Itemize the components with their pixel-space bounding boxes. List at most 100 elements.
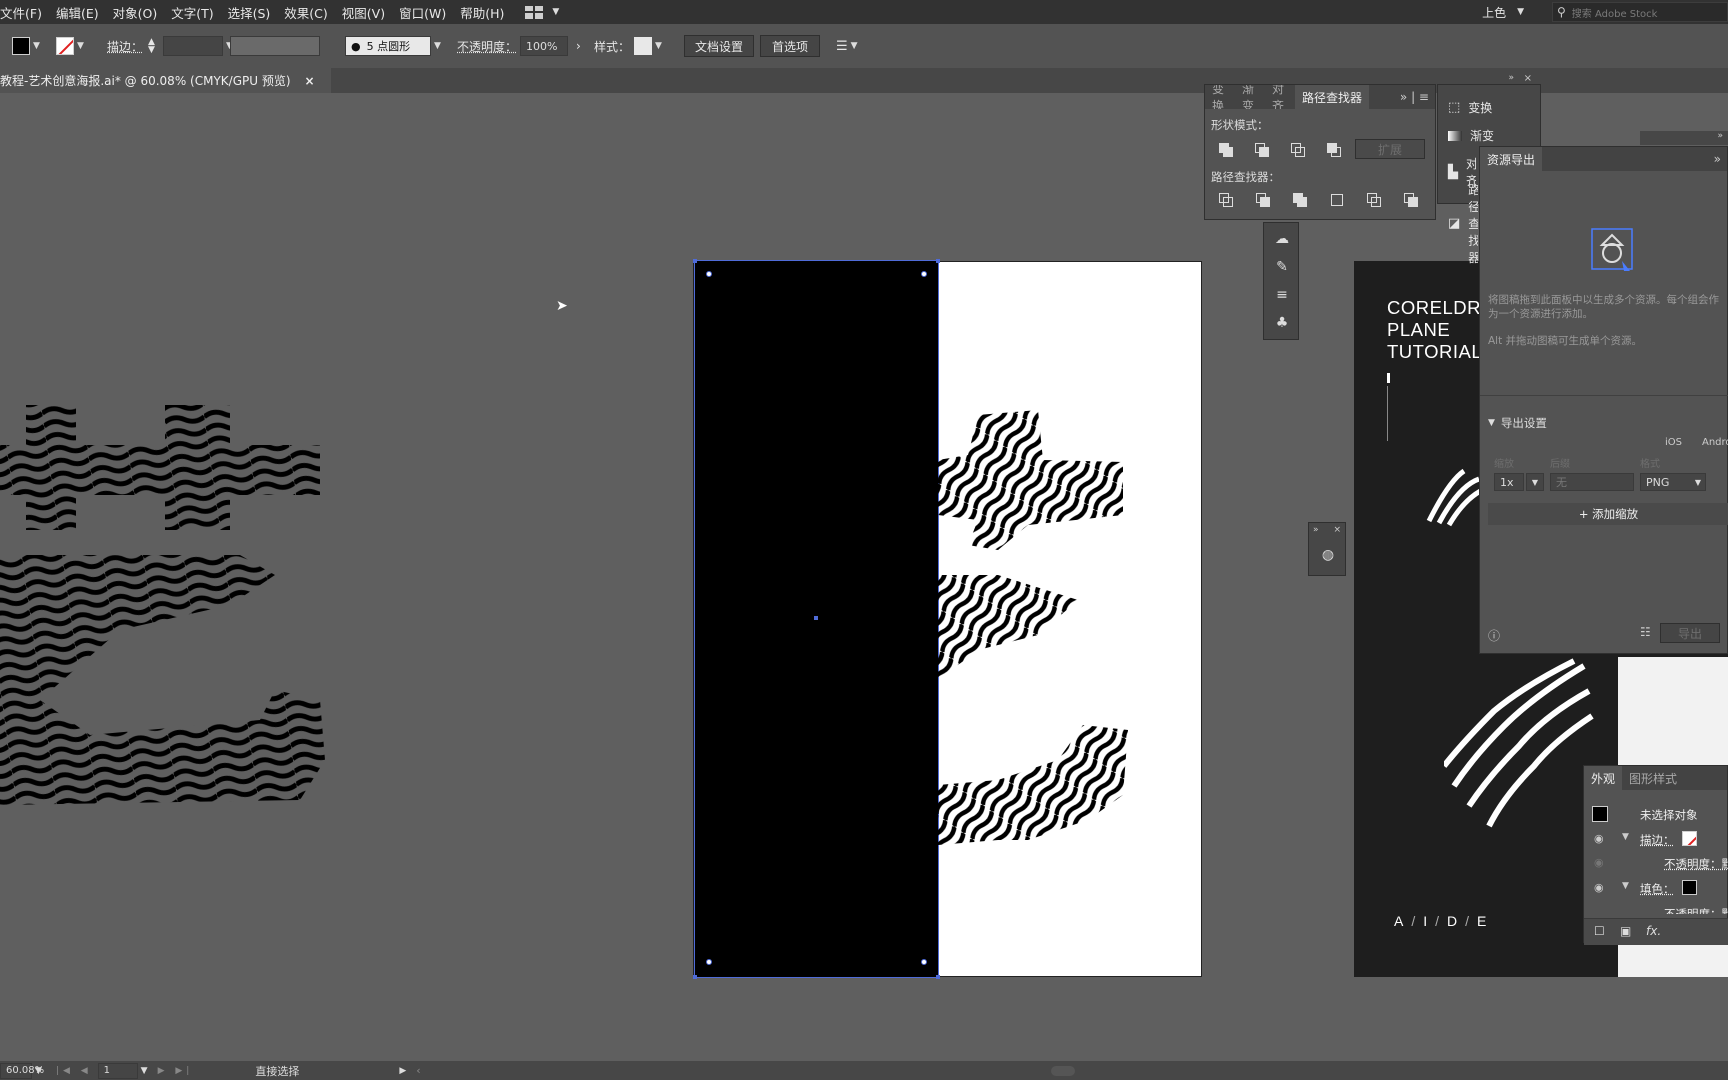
panel-menu-icon[interactable]: » | ≡ xyxy=(1400,90,1435,104)
tab-appearance[interactable]: 外观 xyxy=(1584,766,1623,790)
horizontal-scroll-thumb[interactable] xyxy=(1050,1065,1075,1076)
tab-transform[interactable]: 变换 xyxy=(1205,85,1235,109)
intersect-icon[interactable] xyxy=(1291,143,1305,157)
arrange-icon[interactable]: ☰ ▼ xyxy=(836,35,858,57)
new-fill-icon[interactable]: ▣ xyxy=(1620,924,1631,938)
tab-gradient[interactable]: 渐变 xyxy=(1235,85,1265,109)
brush-select[interactable]: ● 5 点圆形 ▼ xyxy=(345,35,441,57)
workspace-mode[interactable]: 上色 xyxy=(1482,4,1506,21)
chevron-down-icon[interactable]: ▼ xyxy=(141,1066,148,1076)
menu-select[interactable]: 选择(S) xyxy=(221,3,278,22)
fill-swatch[interactable]: ▼ xyxy=(12,35,40,57)
tab-graphic-styles[interactable]: 图形样式 xyxy=(1622,766,1684,790)
new-stroke-icon[interactable]: ☐ xyxy=(1594,924,1605,938)
variable-width-field[interactable] xyxy=(230,35,320,57)
preferences-button[interactable]: 首选项 xyxy=(760,35,820,57)
opacity-field[interactable]: 100% › xyxy=(520,35,581,57)
chevron-down-icon[interactable]: ▼ xyxy=(1622,832,1629,842)
collapse-icon[interactable]: » xyxy=(1508,73,1514,83)
panel-menu-icon[interactable]: » xyxy=(1714,152,1727,166)
exclude-icon[interactable] xyxy=(1327,143,1341,157)
close-icon[interactable]: × xyxy=(1333,525,1341,535)
expand-button[interactable]: 扩展 xyxy=(1355,139,1425,159)
symbols-icon[interactable]: ♣ xyxy=(1274,315,1290,331)
eye-icon[interactable]: ◉ xyxy=(1594,881,1604,894)
stroke-weight-field[interactable]: ▼ xyxy=(163,35,233,57)
scroll-left-icon[interactable]: ‹ xyxy=(416,1064,420,1077)
merge-icon[interactable] xyxy=(1293,193,1307,207)
eye-icon[interactable]: ◉ xyxy=(1594,856,1604,869)
menu-file[interactable]: 文件(F) xyxy=(0,3,49,22)
anchor-point[interactable] xyxy=(706,271,712,277)
menu-edit[interactable]: 编辑(E) xyxy=(49,3,106,22)
export-button[interactable]: 导出 xyxy=(1660,623,1720,643)
menu-effect[interactable]: 效果(C) xyxy=(277,3,334,22)
status-menu-icon[interactable]: ▶ xyxy=(399,1066,406,1076)
suffix-input[interactable]: 无 xyxy=(1550,473,1634,491)
document-tab[interactable]: 教程-艺术创意海报.ai* @ 60.08% (CMYK/GPU 预览) × xyxy=(0,68,331,93)
divide-icon[interactable] xyxy=(1219,193,1233,207)
scale-select[interactable]: 1x xyxy=(1494,473,1524,491)
brushes-icon[interactable]: ✎ xyxy=(1274,259,1290,275)
eye-icon[interactable]: ◉ xyxy=(1594,832,1604,845)
anchor-point[interactable] xyxy=(921,271,927,277)
stroke-weight-stepper[interactable]: ▲ ▼ xyxy=(148,35,155,57)
export-list-icon[interactable]: ☷ xyxy=(1640,625,1651,639)
panel-item-gradient[interactable]: 渐变 xyxy=(1448,127,1494,144)
opacity-row-label[interactable]: 不透明度：默认值 xyxy=(1664,856,1728,872)
opacity-row-label-2[interactable]: 不透明度：默认值 xyxy=(1664,906,1728,914)
artboard-nav-next-icon[interactable]: ▶ ▶| xyxy=(158,1066,194,1076)
stock-search-input[interactable]: ⚲ 搜索 Adobe Stock xyxy=(1552,2,1728,22)
chevron-down-icon[interactable]: ▼ xyxy=(35,1066,42,1076)
shape-modes-label: 形状模式： xyxy=(1211,118,1269,132)
tab-align[interactable]: 对齐 xyxy=(1265,85,1295,109)
fill-row-swatch[interactable] xyxy=(1682,880,1697,895)
menu-help[interactable]: 帮助(H) xyxy=(453,3,511,22)
ios-option[interactable]: iOS xyxy=(1665,437,1682,448)
menu-type[interactable]: 文字(T) xyxy=(164,3,220,22)
unite-icon[interactable] xyxy=(1219,143,1233,157)
stroke-row-label[interactable]: 描边： xyxy=(1640,832,1675,848)
workspace-switcher[interactable]: ▼ xyxy=(525,5,559,19)
pasteboard-artwork[interactable] xyxy=(0,400,330,810)
cc-libraries-icon[interactable]: ☁ xyxy=(1274,231,1290,247)
stroke-icon[interactable]: ≡ xyxy=(1274,287,1290,303)
crop-icon[interactable] xyxy=(1330,193,1344,207)
collapse-icon[interactable]: » xyxy=(1313,525,1319,535)
menu-object[interactable]: 对象(O) xyxy=(106,3,165,22)
outline-icon[interactable] xyxy=(1367,193,1381,207)
stroke-swatch[interactable]: ▼ xyxy=(56,35,84,57)
page-field[interactable]: 1 xyxy=(97,1062,138,1079)
zoom-field[interactable]: 60.08% xyxy=(0,1062,44,1079)
android-option[interactable]: Android xyxy=(1702,437,1728,448)
fx-icon[interactable]: fx. xyxy=(1646,924,1661,938)
anchor-point[interactable] xyxy=(921,959,927,965)
chevron-down-icon[interactable]: ▼ xyxy=(1526,473,1544,491)
artboard-nav-first-icon[interactable]: |◀ ◀ xyxy=(56,1066,92,1076)
tab-pathfinder[interactable]: 路径查找器 xyxy=(1295,85,1370,109)
chevron-right-icon[interactable]: › xyxy=(576,39,581,53)
panel-item-pathfinder[interactable]: ◪ 路径查找器 xyxy=(1448,181,1478,266)
close-icon[interactable]: × xyxy=(1524,73,1532,84)
close-icon[interactable]: × xyxy=(305,74,315,88)
menu-view[interactable]: 视图(V) xyxy=(335,3,392,22)
anchor-point[interactable] xyxy=(706,959,712,965)
info-icon[interactable]: ⓘ xyxy=(1488,627,1500,644)
collapse-icon[interactable]: » xyxy=(1717,131,1723,141)
artboard-artwork[interactable] xyxy=(938,400,1138,850)
palette-icon[interactable]: ◍ xyxy=(1320,547,1336,563)
export-settings-header[interactable]: ▼ 导出设置 xyxy=(1488,415,1547,431)
minus-front-icon[interactable] xyxy=(1255,143,1269,157)
stroke-row-swatch[interactable] xyxy=(1682,831,1697,846)
fill-row-label[interactable]: 填色： xyxy=(1640,881,1675,897)
menu-window[interactable]: 窗口(W) xyxy=(392,3,453,22)
document-setup-button[interactable]: 文档设置 xyxy=(684,35,754,57)
panel-item-transform[interactable]: ⬚ 变换 xyxy=(1448,99,1492,116)
format-select[interactable]: PNG ▼ xyxy=(1640,473,1706,491)
trim-icon[interactable] xyxy=(1256,193,1270,207)
tab-asset-export[interactable]: 资源导出 xyxy=(1480,147,1543,171)
minus-back-icon[interactable] xyxy=(1404,193,1418,207)
add-scale-button[interactable]: + 添加缩放 xyxy=(1488,503,1728,525)
chevron-down-icon[interactable]: ▼ xyxy=(1622,881,1629,891)
style-swatch[interactable]: ▼ xyxy=(634,35,662,57)
